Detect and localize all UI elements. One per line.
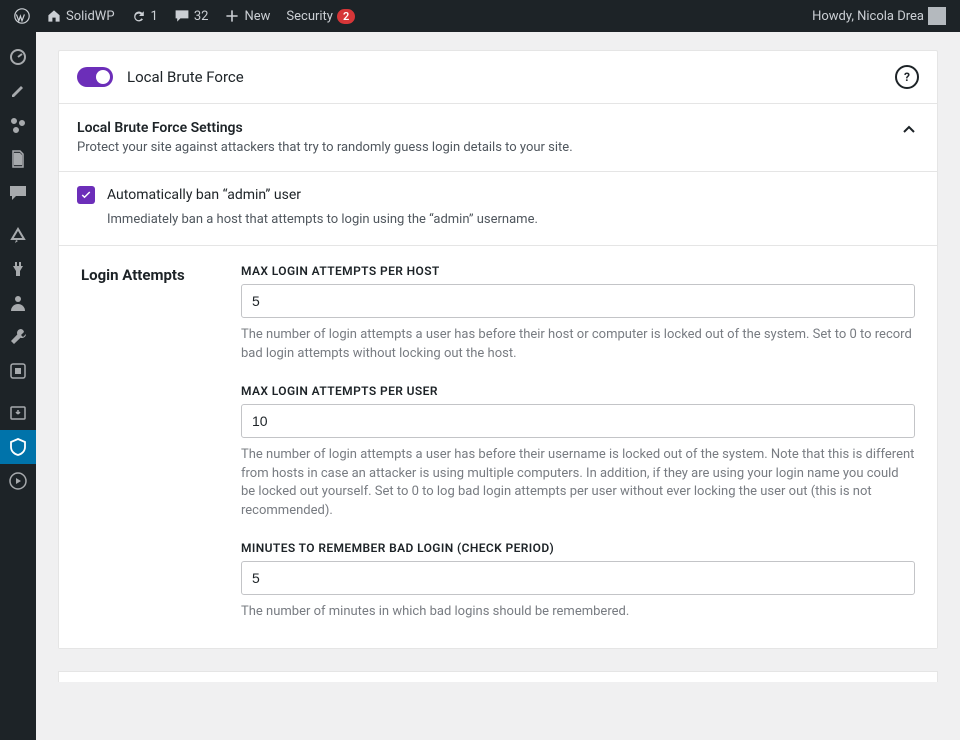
chevron-up-icon[interactable] [899,120,919,140]
comment-icon [174,8,190,24]
card-title: Local Brute Force [127,68,244,86]
plus-icon [224,8,240,24]
max-per-user-label: MAX LOGIN ATTEMPTS PER USER [241,384,915,398]
comments-menu[interactable]: 32 [168,0,215,32]
site-name-menu[interactable]: SolidWP [40,0,121,32]
minutes-remember-label: MINUTES TO REMEMBER BAD LOGIN (CHECK PER… [241,541,915,555]
howdy-label: Howdy, Nicola Drea [812,9,924,24]
max-per-host-input[interactable] [241,284,915,318]
home-icon [46,8,62,24]
menu-posts[interactable] [0,74,36,108]
minutes-remember-input[interactable] [241,561,915,595]
menu-plugins[interactable] [0,252,36,286]
admin-bar: SolidWP 1 32 New Security 2 Howdy, Nicol… [0,0,960,32]
section-desc: Protect your site against attackers that… [77,140,573,155]
auto-ban-desc: Immediately ban a host that attempts to … [107,212,919,227]
admin-menu-collapsed [0,32,36,740]
menu-video[interactable] [0,464,36,498]
auto-ban-label: Automatically ban “admin” user [107,187,301,203]
menu-appearance[interactable] [0,218,36,252]
updates-menu[interactable]: 1 [125,0,164,32]
login-attempts-title: Login Attempts [59,246,241,648]
max-per-host-desc: The number of login attempts a user has … [241,326,915,364]
menu-backup[interactable] [0,396,36,430]
avatar [928,7,946,25]
auto-ban-panel: Automatically ban “admin” user Immediate… [59,171,937,245]
menu-settings[interactable] [0,354,36,388]
max-per-user-input[interactable] [241,404,915,438]
site-name-label: SolidWP [66,9,115,24]
menu-dashboard[interactable] [0,40,36,74]
wordpress-icon [14,8,30,24]
settings-section-header[interactable]: Local Brute Force Settings Protect your … [59,103,937,171]
auto-ban-checkbox[interactable] [77,186,95,204]
max-per-host-label: MAX LOGIN ATTEMPTS PER HOST [241,264,915,278]
menu-security[interactable] [0,430,36,464]
new-label: New [244,9,270,24]
local-brute-force-toggle[interactable] [77,67,113,87]
security-badge: 2 [337,9,355,24]
menu-media[interactable] [0,108,36,142]
menu-tools[interactable] [0,320,36,354]
comments-count: 32 [194,9,209,24]
refresh-icon [131,8,147,24]
my-account-menu[interactable]: Howdy, Nicola Drea [806,0,952,32]
card-header: Local Brute Force ? [59,51,937,103]
wp-logo-menu[interactable] [8,0,36,32]
security-menu[interactable]: Security 2 [280,0,361,32]
menu-comments[interactable] [0,176,36,210]
content-area: Local Brute Force ? Local Brute Force Se… [36,32,960,740]
menu-pages[interactable] [0,142,36,176]
new-content-menu[interactable]: New [218,0,276,32]
section-title: Local Brute Force Settings [77,120,573,136]
security-label: Security [286,9,333,24]
login-attempts-section: Login Attempts MAX LOGIN ATTEMPTS PER HO… [59,245,937,648]
help-icon[interactable]: ? [895,65,919,89]
check-icon [80,189,92,201]
next-card-edge [58,671,938,682]
local-brute-force-card: Local Brute Force ? Local Brute Force Se… [58,50,938,649]
menu-users[interactable] [0,286,36,320]
minutes-remember-desc: The number of minutes in which bad login… [241,603,915,622]
max-per-user-desc: The number of login attempts a user has … [241,446,915,521]
updates-count: 1 [151,9,158,24]
